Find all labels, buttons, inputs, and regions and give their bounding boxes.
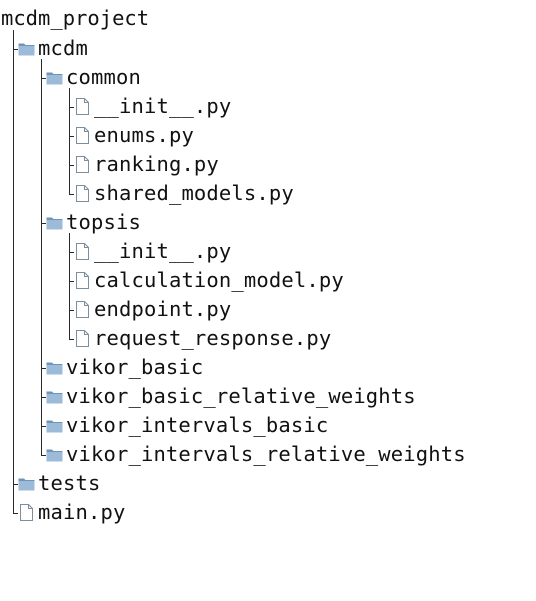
folder-icon	[18, 475, 35, 492]
file-label: enums.py	[94, 123, 194, 147]
file-label: main.py	[38, 500, 126, 524]
folder-icon	[46, 446, 63, 463]
file-icon	[74, 156, 91, 173]
folder-icon	[46, 69, 63, 86]
file-label: shared_models.py	[94, 181, 294, 205]
tree-root-label: mcdm_project	[1, 6, 150, 30]
file-label: __init__.py	[94, 94, 232, 118]
folder-icon	[46, 388, 63, 405]
file-node[interactable]: __init__.py	[74, 237, 231, 266]
folder-node[interactable]: topsis	[46, 208, 141, 237]
file-icon	[74, 301, 91, 318]
file-node[interactable]: shared_models.py	[74, 179, 294, 208]
file-label: ranking.py	[94, 152, 219, 176]
file-tree: mcdm_project mcdm common __init__.py enums.…	[0, 0, 536, 601]
folder-icon	[46, 359, 63, 376]
folder-node[interactable]: tests	[18, 469, 100, 498]
file-node[interactable]: calculation_model.py	[74, 266, 344, 295]
tree-connector-v	[69, 233, 70, 340]
folder-label: vikor_intervals_relative_weights	[66, 442, 466, 466]
folder-icon	[18, 40, 35, 57]
file-label: calculation_model.py	[94, 268, 344, 292]
file-node[interactable]: enums.py	[74, 121, 194, 150]
file-icon	[74, 98, 91, 115]
tree-connector-v	[69, 88, 70, 195]
folder-node[interactable]: vikor_basic	[46, 353, 203, 382]
folder-label: vikor_basic_relative_weights	[66, 384, 416, 408]
file-icon	[74, 330, 91, 347]
file-node[interactable]: ranking.py	[74, 150, 219, 179]
folder-label: vikor_basic	[66, 355, 204, 379]
folder-node[interactable]: vikor_intervals_relative_weights	[46, 440, 466, 469]
folder-label: mcdm	[38, 36, 88, 60]
folder-node[interactable]: common	[46, 63, 141, 92]
file-icon	[74, 272, 91, 289]
file-node[interactable]: endpoint.py	[74, 295, 231, 324]
folder-label: tests	[38, 471, 101, 495]
tree-connector-v	[41, 59, 42, 456]
file-icon	[74, 127, 91, 144]
file-label: __init__.py	[94, 239, 232, 263]
folder-label: common	[66, 65, 141, 89]
file-icon	[74, 243, 91, 260]
folder-label: topsis	[66, 210, 141, 234]
folder-icon	[46, 417, 63, 434]
file-icon	[18, 504, 35, 521]
file-node[interactable]: __init__.py	[74, 92, 231, 121]
folder-node[interactable]: mcdm	[18, 34, 88, 63]
tree-connector-v	[13, 30, 14, 514]
file-icon	[74, 185, 91, 202]
folder-node[interactable]: vikor_intervals_basic	[46, 411, 328, 440]
folder-icon	[46, 214, 63, 231]
file-node[interactable]: main.py	[18, 498, 125, 527]
folder-label: vikor_intervals_basic	[66, 413, 329, 437]
folder-node[interactable]: vikor_basic_relative_weights	[46, 382, 416, 411]
file-label: endpoint.py	[94, 297, 232, 321]
file-node[interactable]: request_response.py	[74, 324, 331, 353]
file-label: request_response.py	[94, 326, 332, 350]
